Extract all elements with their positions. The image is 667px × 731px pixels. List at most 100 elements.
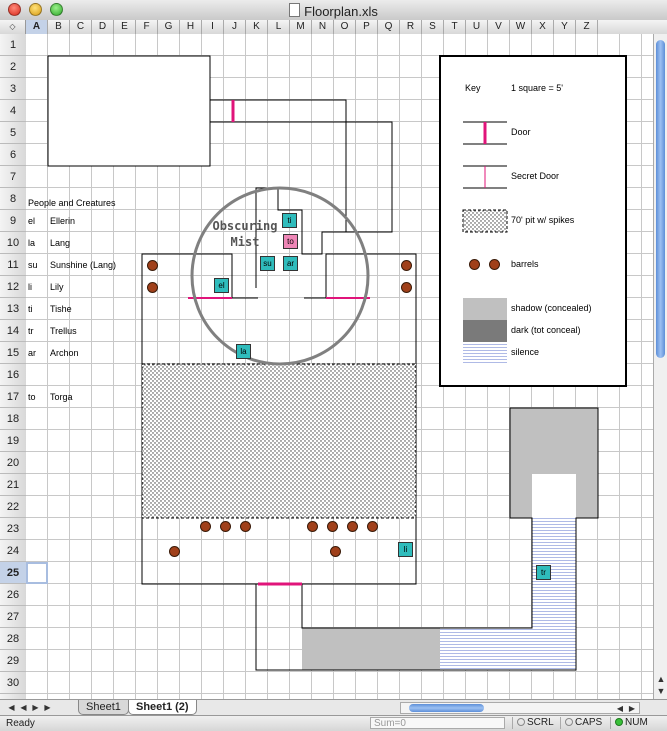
- row-header-30[interactable]: 30: [0, 672, 26, 694]
- column-header-h[interactable]: H: [180, 20, 202, 34]
- column-header-y[interactable]: Y: [554, 20, 576, 34]
- column-header-f[interactable]: F: [136, 20, 158, 34]
- prev-sheet-icon[interactable]: ◀: [18, 702, 29, 713]
- row-header-18[interactable]: 18: [0, 408, 26, 430]
- first-sheet-icon[interactable]: ◀: [6, 702, 17, 713]
- column-header-z[interactable]: Z: [576, 20, 598, 34]
- row-header-12[interactable]: 12: [0, 276, 26, 298]
- row-header-bar: 1 2 3 4 5 6 7 8 9 10 11 12 13 14 15 16 17 18 19 20 21 22 23 24 2…: [0, 34, 27, 699]
- vertical-scroll-thumb[interactable]: [656, 40, 665, 358]
- column-header-e[interactable]: E: [114, 20, 136, 34]
- column-header-g[interactable]: G: [158, 20, 180, 34]
- row-header-13[interactable]: 13: [0, 298, 26, 320]
- column-header-v[interactable]: V: [488, 20, 510, 34]
- column-header-w[interactable]: W: [510, 20, 532, 34]
- vertical-scrollbar[interactable]: ▲ ▼: [653, 34, 667, 699]
- barrel: [401, 282, 412, 293]
- row-header-29[interactable]: 29: [0, 650, 26, 672]
- token-sunshine[interactable]: su: [260, 256, 275, 271]
- column-header-t[interactable]: T: [444, 20, 466, 34]
- row-header-19[interactable]: 19: [0, 430, 26, 452]
- column-header-j[interactable]: J: [224, 20, 246, 34]
- roster-name: Lang: [50, 238, 71, 248]
- column-header-i[interactable]: I: [202, 20, 224, 34]
- row-header-3[interactable]: 3: [0, 78, 26, 100]
- worksheet-grid[interactable]: ti to su ar el la li tr Obscuring Mist P…: [26, 34, 653, 699]
- column-header-k[interactable]: K: [246, 20, 268, 34]
- row-header-9[interactable]: 9: [0, 210, 26, 232]
- row-header-24[interactable]: 24: [0, 540, 26, 562]
- sheet-tab-sheet1[interactable]: Sheet1: [78, 700, 129, 715]
- row-header-26[interactable]: 26: [0, 584, 26, 606]
- upper-hall-wall: [209, 99, 393, 288]
- row-header-2[interactable]: 2: [0, 56, 26, 78]
- token-ellerin[interactable]: el: [214, 278, 229, 293]
- row-header-21[interactable]: 21: [0, 474, 26, 496]
- row-header-7[interactable]: 7: [0, 166, 26, 188]
- spiked-pit: [141, 363, 417, 519]
- row-header-4[interactable]: 4: [0, 100, 26, 122]
- row-header-6[interactable]: 6: [0, 144, 26, 166]
- row-header-11[interactable]: 11: [0, 254, 26, 276]
- sheet-tab-sheet1-2[interactable]: Sheet1 (2): [128, 700, 197, 715]
- column-header-p[interactable]: P: [356, 20, 378, 34]
- sheet-tab-bar: ◀ ◀ ▶ ▶ Sheet1 Sheet1 (2) ◀ ▶: [0, 699, 667, 716]
- column-header-a[interactable]: A: [26, 20, 48, 34]
- barrel: [327, 521, 338, 532]
- column-header-b[interactable]: B: [48, 20, 70, 34]
- column-header-u[interactable]: U: [466, 20, 488, 34]
- caps-label: CAPS: [575, 717, 603, 728]
- token-lang[interactable]: la: [236, 344, 251, 359]
- column-header-s[interactable]: S: [422, 20, 444, 34]
- shadow-zone-corridor: [302, 628, 440, 670]
- row-header-23[interactable]: 23: [0, 518, 26, 540]
- column-header-x[interactable]: X: [532, 20, 554, 34]
- horizontal-scroll-thumb[interactable]: [409, 704, 484, 712]
- barrel: [330, 546, 341, 557]
- legend-title: Key: [465, 83, 481, 93]
- roster-code: su: [28, 260, 38, 270]
- barrel: [147, 260, 158, 271]
- row-header-16[interactable]: 16: [0, 364, 26, 386]
- column-header-q[interactable]: Q: [378, 20, 400, 34]
- row-header-1[interactable]: 1: [0, 34, 26, 56]
- column-header-d[interactable]: D: [92, 20, 114, 34]
- column-header-o[interactable]: O: [334, 20, 356, 34]
- token-trellus[interactable]: tr: [536, 565, 551, 580]
- row-header-10[interactable]: 10: [0, 232, 26, 254]
- next-sheet-icon[interactable]: ▶: [30, 702, 41, 713]
- roster-code: tr: [28, 326, 34, 336]
- column-header-n[interactable]: N: [312, 20, 334, 34]
- barrel: [147, 282, 158, 293]
- column-header-c[interactable]: C: [70, 20, 92, 34]
- column-header-m[interactable]: M: [290, 20, 312, 34]
- row-header-5[interactable]: 5: [0, 122, 26, 144]
- selected-cell-outline[interactable]: [26, 562, 48, 584]
- horizontal-scrollbar[interactable]: ◀ ▶: [400, 702, 640, 714]
- last-sheet-icon[interactable]: ▶: [42, 702, 53, 713]
- column-header-r[interactable]: R: [400, 20, 422, 34]
- row-header-22[interactable]: 22: [0, 496, 26, 518]
- row-header-14[interactable]: 14: [0, 320, 26, 342]
- scrl-led-icon: [517, 718, 525, 726]
- token-archon[interactable]: ar: [283, 256, 298, 271]
- roster-code: el: [28, 216, 36, 226]
- row-header-20[interactable]: 20: [0, 452, 26, 474]
- token-lily[interactable]: li: [398, 542, 413, 557]
- scroll-left-icon[interactable]: ◀: [615, 704, 625, 714]
- legend-barrel-icon: [469, 259, 480, 270]
- row-header-25[interactable]: 25: [0, 562, 26, 584]
- column-header-l[interactable]: L: [268, 20, 290, 34]
- scroll-up-icon[interactable]: ▲: [655, 673, 667, 685]
- select-all-icon[interactable]: ◇: [0, 20, 26, 34]
- scroll-lock-indicator: SCRL: [512, 717, 554, 729]
- row-header-28[interactable]: 28: [0, 628, 26, 650]
- scroll-down-icon[interactable]: ▼: [655, 685, 667, 697]
- barrel: [220, 521, 231, 532]
- row-header-17[interactable]: 17: [0, 386, 26, 408]
- mist-label: Obscuring Mist: [200, 218, 290, 250]
- row-header-15[interactable]: 15: [0, 342, 26, 364]
- row-header-27[interactable]: 27: [0, 606, 26, 628]
- row-header-8[interactable]: 8: [0, 188, 26, 210]
- scroll-right-icon[interactable]: ▶: [627, 704, 637, 714]
